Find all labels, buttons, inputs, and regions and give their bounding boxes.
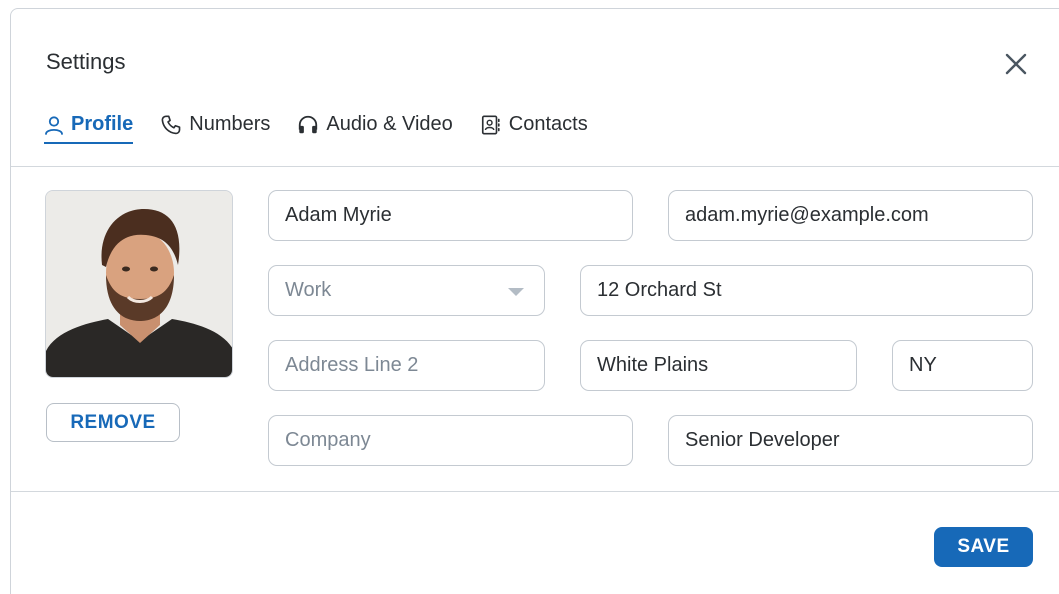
address-type-select[interactable]: Work — [268, 265, 545, 316]
name-field[interactable]: Adam Myrie — [268, 190, 633, 241]
state-field[interactable]: NY — [892, 340, 1033, 391]
save-button[interactable]: SAVE — [934, 527, 1033, 567]
address-type-value: Work — [285, 279, 332, 301]
job-title-field[interactable]: Senior Developer — [668, 415, 1033, 466]
city-field[interactable]: White Plains — [580, 340, 857, 391]
chevron-down-icon — [508, 288, 524, 296]
close-button[interactable] — [1001, 49, 1031, 79]
avatar[interactable] — [45, 190, 233, 378]
address-line1-field[interactable]: 12 Orchard St — [580, 265, 1033, 316]
tab-label: Numbers — [189, 113, 271, 135]
tab-contacts[interactable]: Contacts — [480, 113, 588, 142]
tab-label: Audio & Video — [326, 113, 453, 135]
tab-bar: Profile Numbers Audio & Video Contacts — [44, 113, 615, 144]
contact-book-icon — [481, 114, 500, 135]
tab-label: Profile — [71, 113, 134, 135]
tab-label: Contacts — [508, 113, 588, 135]
tab-audio-video[interactable]: Audio & Video — [297, 113, 453, 142]
email-field[interactable]: adam.myrie@example.com — [668, 190, 1033, 241]
dialog-title: Settings — [46, 49, 126, 74]
headphones-icon — [299, 115, 318, 133]
footer-divider — [11, 491, 1059, 492]
remove-photo-button[interactable]: REMOVE — [46, 403, 180, 442]
settings-dialog: Settings Profile Numbers Audio & Video C… — [10, 8, 1059, 594]
person-icon — [45, 115, 63, 135]
header-divider — [11, 166, 1059, 167]
tab-profile[interactable]: Profile — [44, 113, 134, 144]
address-line2-field[interactable]: Address Line 2 — [268, 340, 545, 391]
profile-photo — [46, 191, 232, 377]
company-field[interactable]: Company — [268, 415, 633, 466]
close-icon — [1005, 53, 1027, 75]
tab-numbers[interactable]: Numbers — [160, 113, 270, 142]
phone-icon — [161, 114, 181, 134]
